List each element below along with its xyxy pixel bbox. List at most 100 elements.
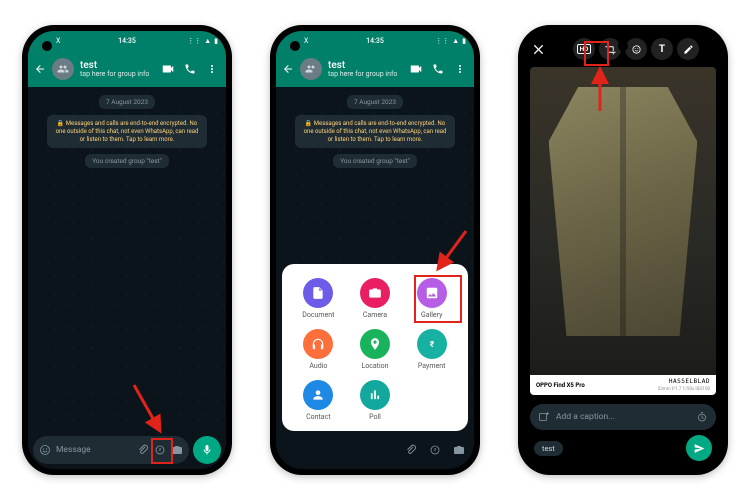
signal-icon: ▲ <box>452 37 459 45</box>
svg-text:₹: ₹ <box>434 448 437 454</box>
paperclip-icon <box>137 444 149 456</box>
attach-button[interactable] <box>137 444 149 456</box>
chat-title-block[interactable]: test tap here for group info <box>328 61 402 78</box>
back-button[interactable] <box>282 63 294 75</box>
add-photo-icon <box>538 411 550 423</box>
rupee-icon: ₹ <box>154 444 166 456</box>
person-icon <box>311 388 325 402</box>
attach-contact[interactable]: Contact <box>303 380 333 421</box>
message-input[interactable]: Message ₹ <box>33 436 189 464</box>
message-input-bar: Message ₹ <box>33 436 221 464</box>
camera-meta: 23mm f/1.7 1/50s ISO100 <box>658 387 710 392</box>
screen-2: 14:35 X ⋮⋮ ▲ ▮ test tap here for group i… <box>276 31 474 469</box>
camera-icon <box>171 444 183 456</box>
close-icon <box>532 43 545 56</box>
status-x-icon: X <box>304 37 308 45</box>
camera-button[interactable] <box>453 444 465 456</box>
group-icon <box>57 63 69 75</box>
attach-camera[interactable]: Camera <box>360 278 390 319</box>
caption-input[interactable]: Add a caption... <box>530 404 716 430</box>
voice-record-button[interactable] <box>193 436 221 464</box>
headphones-icon <box>311 337 325 351</box>
pencil-icon <box>683 44 694 55</box>
status-time: 14:35 <box>118 37 136 45</box>
rupee-icon: ₹ <box>429 444 441 456</box>
video-call-button[interactable] <box>160 62 176 76</box>
image-preview[interactable]: OPPO Find X5 Pro HASSELBLAD 23mm f/1.7 1… <box>530 67 716 395</box>
status-x-icon: X <box>56 37 60 45</box>
recipient-chip[interactable]: test <box>534 441 563 456</box>
system-message: You created group "test" <box>333 154 417 168</box>
poll-icon <box>368 388 382 402</box>
encryption-notice[interactable]: 🔒 Messages and calls are end-to-end encr… <box>295 115 455 148</box>
attach-location[interactable]: Location <box>360 329 390 370</box>
close-button[interactable] <box>532 43 552 56</box>
chat-body[interactable]: 7 August 2023 🔒 Messages and calls are e… <box>28 87 226 435</box>
video-icon <box>409 62 423 76</box>
send-button[interactable] <box>686 435 712 461</box>
group-icon <box>305 63 317 75</box>
paperclip-icon <box>405 444 417 456</box>
phone-frame-3: HD T OPPO Find X5 Pro HASSELBLAD 23mm f/… <box>518 25 728 475</box>
chat-title-block[interactable]: test tap here for group info <box>80 61 154 78</box>
location-icon <box>368 337 382 351</box>
emoji-icon <box>39 444 51 456</box>
group-avatar[interactable] <box>300 58 322 80</box>
attach-payment[interactable]: ₹ Payment <box>417 329 447 370</box>
camera-button[interactable] <box>171 444 183 456</box>
attachment-sheet: Document Camera Gallery Audio <box>282 264 468 431</box>
message-placeholder: Message <box>56 445 132 455</box>
system-message: You created group "test" <box>85 154 169 168</box>
phone-icon <box>432 63 444 75</box>
camera-punch-hole <box>290 41 300 51</box>
sticker-icon <box>631 44 642 55</box>
attach-audio[interactable]: Audio <box>303 329 333 370</box>
chat-header: test tap here for group info <box>276 51 474 87</box>
voice-call-button[interactable] <box>182 63 198 75</box>
status-time: 14:35 <box>366 37 384 45</box>
crop-icon <box>605 44 616 55</box>
attach-gallery[interactable]: Gallery <box>417 278 447 319</box>
chat-subtitle: tap here for group info <box>80 71 154 78</box>
image-footer: OPPO Find X5 Pro HASSELBLAD 23mm f/1.7 1… <box>530 375 716 395</box>
more-icon <box>206 63 218 75</box>
status-bar: 14:35 X ⋮⋮ ▲ ▮ <box>28 31 226 51</box>
wifi-icon: ⋮⋮ <box>435 37 449 45</box>
battery-icon: ▮ <box>462 37 466 45</box>
camera-brand: HASSELBLAD <box>669 378 710 385</box>
attach-document[interactable]: Document <box>302 278 334 319</box>
hd-toggle-button[interactable]: HD <box>573 38 595 60</box>
phone-icon <box>184 63 196 75</box>
back-arrow-icon <box>282 63 294 75</box>
encryption-notice[interactable]: 🔒 Messages and calls are end-to-end encr… <box>47 115 207 148</box>
text-button[interactable]: T <box>651 38 673 60</box>
gallery-icon <box>425 286 439 300</box>
emoji-button[interactable] <box>39 444 51 456</box>
crop-rotate-button[interactable] <box>599 38 621 60</box>
chat-header: test tap here for group info <box>28 51 226 87</box>
timer-icon <box>696 411 708 423</box>
chat-title: test <box>80 61 154 71</box>
phone-frame-2: 14:35 X ⋮⋮ ▲ ▮ test tap here for group i… <box>270 25 480 475</box>
camera-icon <box>453 444 465 456</box>
sticker-button[interactable] <box>625 38 647 60</box>
more-menu-button[interactable] <box>452 63 468 75</box>
video-icon <box>161 62 175 76</box>
camera-punch-hole <box>618 41 628 51</box>
attach-poll[interactable]: Poll <box>360 380 390 421</box>
back-button[interactable] <box>34 63 46 75</box>
rupee-button[interactable]: ₹ <box>429 444 441 456</box>
draw-button[interactable] <box>677 38 699 60</box>
caption-placeholder: Add a caption... <box>556 412 690 422</box>
group-avatar[interactable] <box>52 58 74 80</box>
chat-title: test <box>328 61 402 71</box>
date-pill: 7 August 2023 <box>347 95 403 109</box>
device-label: OPPO Find X5 Pro <box>536 382 585 389</box>
more-menu-button[interactable] <box>204 63 220 75</box>
voice-call-button[interactable] <box>430 63 446 75</box>
rupee-button[interactable]: ₹ <box>154 444 166 456</box>
battery-icon: ▮ <box>214 37 218 45</box>
video-call-button[interactable] <box>408 62 424 76</box>
chat-subtitle: tap here for group info <box>328 71 402 78</box>
attach-button[interactable] <box>405 444 417 456</box>
